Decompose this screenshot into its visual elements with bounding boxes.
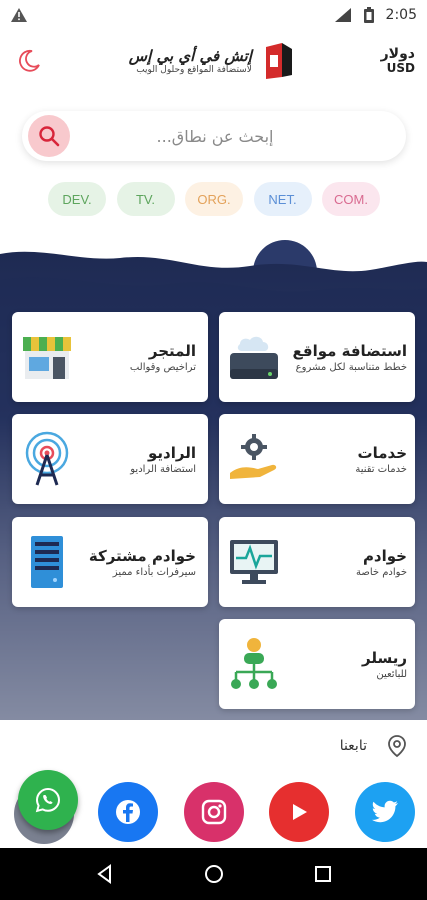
back-icon[interactable] [94,863,116,885]
logo-mark-icon [265,43,292,79]
card-title: استضافة مواقع [292,341,407,360]
currency-selector[interactable]: دولار USD [380,45,415,76]
follow-us-label: تابعنا [339,738,367,754]
search-icon [39,126,60,147]
follow-us-row: تابعنا [340,734,407,758]
currency-label-ar: دولار [380,45,415,62]
cloud-server-icon [223,326,285,388]
card-services[interactable]: خدمات خدمات تقنية [219,414,415,504]
tld-chip-com[interactable]: COM. [322,182,380,216]
app-header: إتش في أي بي إس لاستضافة المواقع وحلول ا… [0,30,427,92]
network-people-icon [223,633,285,695]
tld-chip-org[interactable]: ORG. [185,182,243,216]
card-web-hosting[interactable]: استضافة مواقع خطط متناسبة لكل مشروع [219,312,415,402]
logo-title: إتش في أي بي إس [128,47,252,65]
gear-hand-icon [223,428,285,490]
card-subtitle: خوادم خاصة [355,566,407,578]
youtube-play-icon [293,804,307,820]
instagram-button[interactable] [184,782,244,842]
server-rack-icon [16,531,78,593]
warning-icon [10,7,28,23]
tld-chip-dev[interactable]: DEV. [48,182,106,216]
home-icon[interactable] [203,863,225,885]
twitter-button[interactable] [355,782,415,842]
card-subtitle: خطط متناسبة لكل مشروع [295,361,407,373]
card-radio[interactable]: الراديو استضافة الراديو [12,414,208,504]
brand-logo[interactable]: إتش في أي بي إس لاستضافة المواقع وحلول ا… [129,41,298,81]
logo-subtitle: لاستضافة المواقع وحلول الويب [136,65,252,75]
recents-icon[interactable] [312,863,334,885]
battery-icon [360,7,378,23]
card-subtitle: للبائعين [376,668,407,680]
card-title: خوادم [362,546,407,565]
card-title: المتجر [148,341,196,360]
tld-chip-tv[interactable]: TV. [116,182,175,216]
domain-search-bar [22,111,406,161]
card-subtitle: سيرفرات بأداء مميز [112,566,196,578]
currency-label-en: USD [386,61,415,76]
facebook-button[interactable] [98,782,158,842]
status-bar: 2:05 [0,0,427,30]
card-dedicated-servers[interactable]: خوادم خوادم خاصة [219,517,415,607]
card-store[interactable]: المتجر تراخيص وقوالب [12,312,208,402]
status-time: 2:05 [385,7,417,23]
whatsapp-fab[interactable] [18,770,78,830]
domain-search-input[interactable] [70,126,400,146]
monitor-pulse-icon [223,531,285,593]
card-subtitle: استضافة الراديو [130,463,196,475]
card-title: خدمات [357,443,407,462]
search-button[interactable] [28,115,70,157]
card-shared-servers[interactable]: خوادم مشتركة سيرفرات بأداء مميز [12,517,208,607]
twitter-icon [371,800,398,823]
card-reseller[interactable]: ريسلر للبائعين [219,619,415,709]
facebook-icon [116,800,140,824]
whatsapp-icon [35,787,61,813]
tld-chip-net[interactable]: NET. [253,182,312,216]
radio-tower-icon [16,428,78,490]
card-title: ريسلر [362,648,407,667]
dark-mode-toggle[interactable] [12,44,46,78]
moon-icon [19,49,40,72]
instagram-icon [201,799,227,825]
system-nav-bar [0,848,427,900]
tld-chips: DEV. TV. ORG. NET. COM. [48,182,380,216]
location-pin-icon [388,735,406,758]
youtube-button[interactable] [269,782,329,842]
card-subtitle: خدمات تقنية [355,463,407,475]
card-subtitle: تراخيص وقوالب [129,361,196,373]
card-title: خوادم مشتركة [88,546,196,565]
storefront-icon [16,326,78,388]
signal-icon [334,7,352,23]
card-title: الراديو [148,443,196,462]
